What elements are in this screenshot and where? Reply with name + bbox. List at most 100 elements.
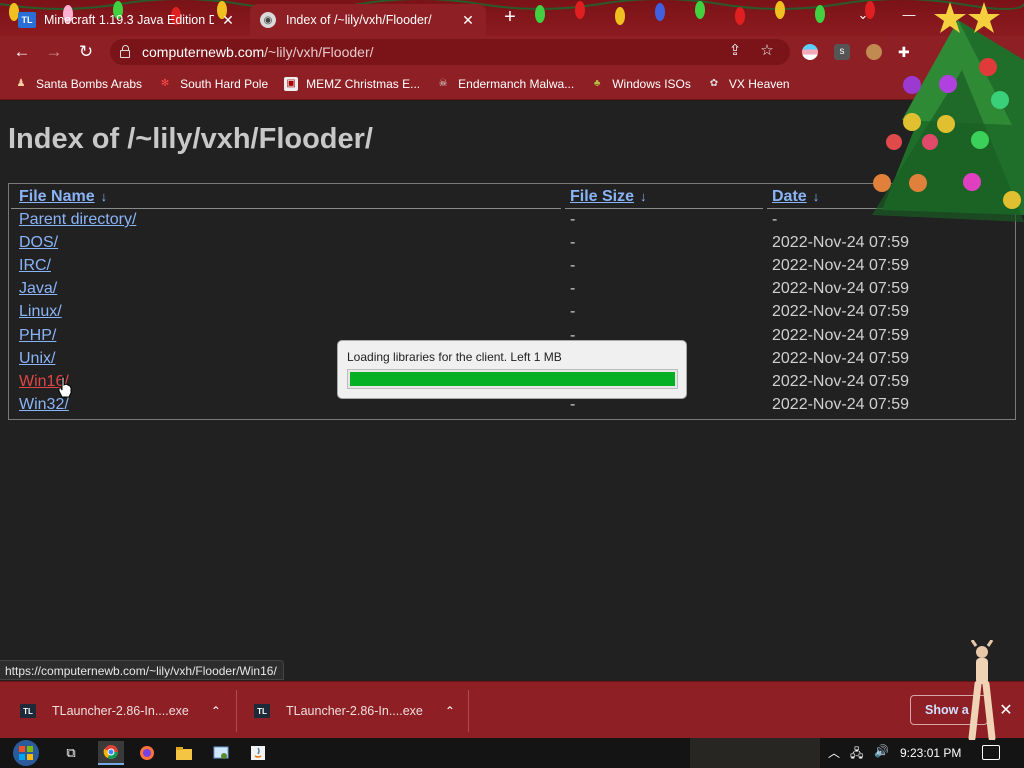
file-date: 2022-Nov-24 07:59 [772, 303, 909, 320]
download-item[interactable]: TL TLauncher-2.86-In....exe ⌃ [20, 696, 221, 726]
snowflake-icon: ✻ [160, 78, 170, 89]
chevron-up-icon[interactable]: ⌃ [445, 704, 455, 718]
progress-bar [347, 369, 678, 389]
file-size: - [570, 211, 576, 228]
tab-minecraft[interactable]: TL Minecraft 1.19.3 Java Edition Do ✕ [8, 4, 246, 36]
column-label: File Name [19, 188, 95, 205]
bookmark-label: Endermanch Malwa... [458, 76, 575, 91]
windows-taskbar: ⧉ ︿ 🖧 🔊 9:23:01 PM [0, 738, 1024, 768]
file-date: 2022-Nov-24 07:59 [772, 280, 909, 297]
start-orb-icon[interactable] [8, 738, 44, 768]
vx-icon: ✿ [709, 78, 719, 89]
bookmark-label: South Hard Pole [180, 76, 269, 91]
christmas-tree-decoration [872, 2, 1024, 222]
url-host: computernewb.com [142, 44, 265, 60]
download-filename: TLauncher-2.86-In....exe [52, 704, 189, 718]
bookmark-windows-isos[interactable]: ♣ Windows ISOs [590, 77, 691, 91]
column-label: File Size [570, 188, 635, 205]
file-link[interactable]: Win32/ [19, 396, 69, 414]
chrome-icon[interactable] [98, 741, 124, 765]
sort-arrow-icon: ↓ [640, 189, 647, 204]
java-icon[interactable] [245, 741, 271, 765]
tab-title: Minecraft 1.19.3 Java Edition Do [44, 13, 214, 27]
file-date: 2022-Nov-24 07:59 [772, 350, 909, 367]
control-panel-icon[interactable] [208, 741, 234, 765]
header-divider [565, 208, 763, 209]
tab-close-icon[interactable]: ✕ [220, 12, 236, 29]
bookmark-star-icon[interactable]: ☆ [756, 41, 778, 59]
tlauncher-icon: TL [18, 12, 36, 28]
trans-flag-extension-icon[interactable] [802, 44, 818, 60]
bomb-icon: ♟ [16, 78, 26, 89]
network-icon[interactable]: 🖧 [850, 744, 863, 765]
file-link[interactable]: Parent directory/ [19, 211, 136, 229]
tab-index-of-flooder[interactable]: ◉ Index of /~lily/vxh/Flooder/ ✕ [250, 4, 486, 36]
new-tab-button[interactable]: + [498, 6, 522, 30]
column-header-file-size[interactable]: File Size ↓ [570, 188, 647, 206]
figure-icon: ♣ [593, 78, 601, 89]
back-arrow-icon[interactable]: ← [10, 40, 34, 64]
dancing-figure-decoration [968, 640, 996, 740]
divider [236, 690, 237, 732]
file-date: 2022-Nov-24 07:59 [772, 257, 909, 274]
file-size: - [570, 257, 576, 274]
file-link[interactable]: Linux/ [19, 303, 62, 321]
url-path: /~lily/vxh/Flooder/ [264, 44, 374, 60]
hand-pointer-cursor-icon [58, 376, 72, 398]
file-link[interactable]: DOS/ [19, 234, 58, 252]
header-divider [11, 208, 561, 209]
sort-arrow-icon: ↓ [812, 189, 820, 204]
volume-icon[interactable]: 🔊 [874, 744, 889, 758]
file-date: 2022-Nov-24 07:59 [772, 396, 909, 413]
file-link[interactable]: Unix/ [19, 350, 55, 368]
bookmark-endermanch-malware[interactable]: ☠ Endermanch Malwa... [436, 76, 575, 91]
status-link-preview: https://computernewb.com/~lily/vxh/Flood… [0, 660, 284, 680]
loading-dialog: Loading libraries for the client. Left 1… [337, 340, 687, 399]
forward-arrow-icon[interactable]: → [42, 40, 66, 64]
taskbar-clock[interactable]: 9:23:01 PM [900, 746, 961, 760]
download-item[interactable]: TL TLauncher-2.86-In....exe ⌃ [254, 696, 455, 726]
download-filename: TLauncher-2.86-In....exe [286, 704, 423, 718]
file-link[interactable]: PHP/ [19, 327, 56, 345]
column-header-file-name[interactable]: File Name ↓ [19, 188, 107, 206]
show-hidden-icons-chevron-icon[interactable]: ︿ [828, 744, 840, 761]
share-icon[interactable]: ⇪ [724, 41, 746, 59]
tlauncher-icon: TL [254, 704, 270, 718]
tab-title: Index of /~lily/vxh/Flooder/ [286, 13, 432, 27]
file-size: - [570, 303, 576, 320]
lock-icon [120, 45, 130, 58]
file-explorer-icon[interactable] [171, 741, 197, 765]
bookmark-santa-bombs-arabs[interactable]: ♟ Santa Bombs Arabs [14, 77, 143, 91]
file-size: - [570, 234, 576, 251]
address-bar[interactable]: computernewb.com/~lily/vxh/Flooder/ ⇪ ☆ [110, 39, 790, 65]
bookmark-label: VX Heaven [728, 76, 790, 91]
firefox-icon[interactable] [134, 741, 160, 765]
bookmark-vx-heaven[interactable]: ✿ VX Heaven [707, 77, 790, 91]
skull-icon: ☠ [438, 78, 448, 89]
bookmark-label: Windows ISOs [612, 76, 691, 91]
task-view-icon[interactable]: ⧉ [58, 741, 84, 765]
bookmark-south-hard-pole[interactable]: ✻ South Hard Pole [158, 77, 268, 91]
chevron-up-icon[interactable]: ⌃ [211, 704, 221, 718]
table-row: IRC/ - 2022-Nov-24 07:59 [9, 257, 1015, 280]
blurred-background [690, 738, 820, 768]
downloads-bar: TL TLauncher-2.86-In....exe ⌃ TL TLaunch… [0, 681, 1024, 738]
table-row: Java/ - 2022-Nov-24 07:59 [9, 280, 1015, 303]
file-link[interactable]: IRC/ [19, 257, 51, 275]
action-center-icon[interactable] [982, 745, 1000, 760]
column-label: Date [772, 188, 807, 205]
site-icon: ◉ [260, 12, 276, 28]
reload-icon[interactable]: ↻ [74, 40, 98, 64]
s-extension-icon[interactable]: s [834, 44, 850, 60]
tab-close-icon[interactable]: ✕ [460, 12, 476, 29]
bookmark-memz-christmas[interactable]: ▣ MEMZ Christmas E... [284, 76, 421, 91]
file-link[interactable]: Java/ [19, 280, 57, 298]
table-row: Win32/ - 2022-Nov-24 07:59 [9, 396, 1015, 419]
tlauncher-icon: TL [20, 704, 36, 718]
bookmark-label: MEMZ Christmas E... [306, 76, 421, 91]
table-row: Linux/ - 2022-Nov-24 07:59 [9, 303, 1015, 326]
progress-bar-fill [350, 372, 675, 386]
column-header-date[interactable]: Date ↓ [772, 188, 819, 206]
file-date: 2022-Nov-24 07:59 [772, 373, 909, 390]
divider [468, 690, 469, 732]
